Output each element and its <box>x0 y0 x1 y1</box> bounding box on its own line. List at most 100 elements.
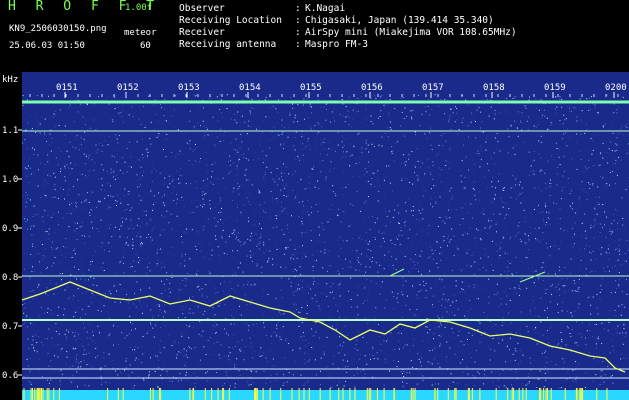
x-tick-label: 0157 <box>422 83 444 93</box>
x-tick-label: 0155 <box>300 83 322 93</box>
bottom-spike <box>540 388 542 400</box>
bottom-spike <box>217 388 219 400</box>
bottom-spike <box>596 388 598 400</box>
y-tick-label: 0.9 <box>2 224 18 234</box>
location-label: Receiving Location <box>179 15 282 26</box>
bottom-spike <box>547 388 548 400</box>
bottom-spike <box>152 388 154 400</box>
bottom-spike <box>471 388 473 400</box>
bottom-spike <box>222 388 224 400</box>
bottom-spike <box>255 388 256 400</box>
bottom-spike <box>543 388 545 400</box>
bottom-spike <box>550 388 552 400</box>
x-tick-label: 0159 <box>544 83 566 93</box>
location-value: Chigasaki, Japan (139.414 35.340) <box>305 15 494 26</box>
y-tick-label: 0.8 <box>2 273 18 283</box>
bottom-spike <box>303 388 305 400</box>
header-panel: H R O F F T 1.00f KN9_2506030150.png met… <box>0 0 629 72</box>
bottom-spike <box>338 388 340 400</box>
observer-value: K.Nagai <box>305 3 346 14</box>
bottom-spike <box>513 388 515 400</box>
bottom-spike <box>410 388 412 400</box>
y-axis-strip <box>0 72 22 400</box>
bottom-spike <box>606 388 608 400</box>
bottom-spike <box>575 388 577 400</box>
y-axis-unit: kHz <box>2 75 18 85</box>
bottom-spike <box>23 388 25 400</box>
bottom-spike <box>308 388 310 400</box>
bottom-spike <box>366 388 368 400</box>
bottom-spike <box>582 388 584 400</box>
x-tick-label: 0153 <box>178 83 200 93</box>
spectrogram-background <box>0 72 629 400</box>
bottom-spike <box>368 388 370 400</box>
bottom-spike <box>518 388 520 400</box>
bottom-spike <box>34 388 36 400</box>
bottom-spike <box>525 388 527 400</box>
bottom-spike <box>564 388 566 400</box>
bottom-spike <box>479 388 481 400</box>
bottom-spike <box>349 388 351 400</box>
bottom-spike <box>58 388 60 400</box>
bottom-spike <box>189 388 191 400</box>
bottom-spike <box>507 388 509 400</box>
colon: : <box>295 3 301 14</box>
x-tick-label: 0156 <box>361 83 383 93</box>
bottom-spike <box>454 388 456 400</box>
bottom-spike <box>522 388 524 400</box>
meteor-count: 60 <box>140 41 151 51</box>
bottom-spike <box>262 388 264 400</box>
datetime-stamp: 25.06.03 01:50 <box>9 41 85 51</box>
bottom-spike <box>545 388 547 400</box>
bottom-spike <box>41 388 42 400</box>
bottom-spike <box>447 388 449 400</box>
bottom-spike <box>204 388 206 400</box>
x-tick-label: 0152 <box>117 83 139 93</box>
bottom-spike <box>32 388 33 400</box>
y-tick-label: 1.0 <box>2 175 18 185</box>
x-tick-label: 0151 <box>56 83 78 93</box>
bottom-spike <box>383 388 385 400</box>
bottom-spike <box>579 388 581 400</box>
bottom-spike <box>414 388 416 400</box>
bottom-spike <box>468 388 470 400</box>
bottom-spike <box>370 388 372 400</box>
bottom-spike <box>455 388 457 400</box>
bottom-spike <box>354 388 356 400</box>
bottom-spike <box>269 388 271 400</box>
bottom-spike <box>107 388 109 400</box>
bottom-band <box>22 390 629 400</box>
bottom-spike <box>319 388 321 400</box>
bottom-spike <box>39 388 41 400</box>
bottom-spike <box>122 388 124 400</box>
bottom-spike <box>280 388 282 400</box>
bottom-spike <box>37 388 39 400</box>
bottom-spike <box>211 388 213 400</box>
bottom-spike <box>223 388 225 400</box>
y-tick-label: 0.7 <box>2 322 18 332</box>
bottom-spike <box>580 388 582 400</box>
bottom-spike <box>256 388 258 400</box>
spectrogram-canvas: kHz 1.1 1.0 0.9 0.8 0.7 0.6 0151 0152 0153 0154 015… <box>0 72 629 400</box>
bottom-spike <box>467 388 469 400</box>
bottom-spike <box>48 388 50 400</box>
bottom-spike <box>376 388 378 400</box>
bottom-spike <box>291 388 293 400</box>
bottom-spike <box>329 388 331 400</box>
receiver-label: Receiver <box>179 27 225 38</box>
bottom-spike <box>495 388 497 400</box>
bottom-spike <box>46 388 48 400</box>
x-tick-label: 0158 <box>483 83 505 93</box>
bottom-spike <box>393 388 395 400</box>
colon: : <box>295 15 301 26</box>
bottom-spike <box>53 388 55 400</box>
spectrogram-panel: kHz 1.1 1.0 0.9 0.8 0.7 0.6 0151 0152 0153 0154 015… <box>0 72 629 400</box>
bottom-spike <box>159 388 160 400</box>
bottom-spike <box>36 388 38 400</box>
bottom-spike <box>42 388 44 400</box>
bottom-spike <box>30 388 32 400</box>
bottom-spike <box>150 388 151 400</box>
bottom-spike <box>412 388 414 400</box>
bottom-spike <box>298 388 300 400</box>
x-tick-label: 0200 <box>605 83 627 93</box>
